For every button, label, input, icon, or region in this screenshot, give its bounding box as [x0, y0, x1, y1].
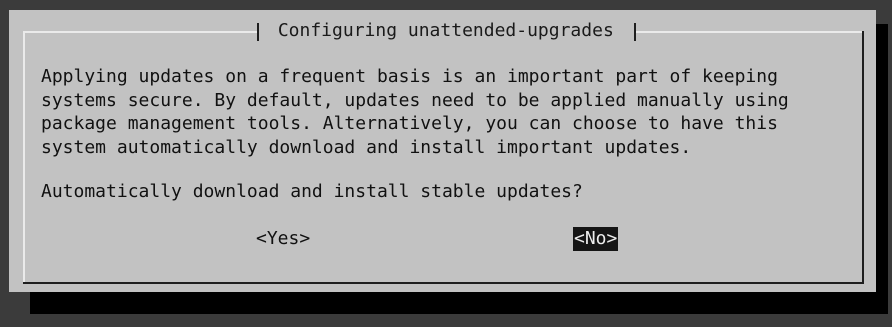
message-line: system automatically download and instal…	[41, 136, 692, 158]
terminal-screen: Configuring unattended-upgrades Applying…	[0, 0, 892, 327]
message-line: Applying updates on a frequent basis is …	[41, 66, 778, 87]
dialog-box: Configuring unattended-upgrades Applying…	[9, 10, 876, 292]
dialog-shadow-right	[876, 24, 888, 314]
yes-button[interactable]: <Yes>	[256, 227, 310, 251]
frame-left-line	[23, 31, 25, 284]
frame-right-line	[862, 31, 864, 284]
dialog-message: Applying updates on a frequent basis is …	[41, 65, 851, 159]
frame-top-left-line	[23, 31, 257, 33]
frame-bottom-line	[23, 282, 864, 284]
message-line: systems secure. By default, updates need…	[41, 89, 789, 111]
title-right-connector	[634, 23, 646, 41]
dialog-title: Configuring unattended-upgrades	[267, 20, 625, 41]
dialog-shadow-bottom	[30, 292, 888, 314]
dialog-question: Automatically download and install stabl…	[41, 181, 583, 202]
title-left-connector	[247, 23, 259, 41]
message-line: package management tools. Alternatively,…	[41, 113, 778, 134]
frame-top-right-line	[634, 31, 864, 33]
no-button[interactable]: <No>	[573, 227, 619, 251]
